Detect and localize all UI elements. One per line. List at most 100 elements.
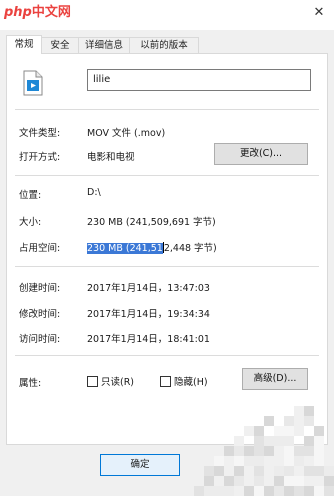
mosaic-tile <box>264 476 274 486</box>
divider <box>15 109 319 110</box>
video-file-icon <box>23 70 43 96</box>
mosaic-tile <box>264 416 274 426</box>
mosaic-tile <box>284 456 294 466</box>
mosaic-tile <box>304 416 314 426</box>
hidden-checkbox[interactable]: 隐藏(H) <box>160 374 208 388</box>
mosaic-tile <box>234 466 244 476</box>
ok-button[interactable]: 确定 <box>100 454 180 476</box>
mosaic-tile <box>194 486 204 496</box>
mosaic-tile <box>274 476 284 486</box>
mosaic-tile <box>294 426 304 436</box>
created-label: 创建时间: <box>19 283 61 294</box>
mosaic-tile <box>204 486 214 496</box>
file-name-input[interactable]: lilie <box>87 69 311 91</box>
readonly-checkbox-box[interactable] <box>87 375 98 387</box>
mosaic-tile <box>234 476 244 486</box>
readonly-checkbox[interactable]: 只读(R) <box>87 374 134 388</box>
open-with-label: 打开方式: <box>19 152 61 163</box>
disk-size-rest: 2,448 字节) <box>163 243 217 254</box>
mosaic-tile <box>204 466 214 476</box>
mosaic-tile <box>254 466 264 476</box>
selected-text[interactable]: 230 MB (241,51 <box>87 243 163 254</box>
mosaic-tile <box>294 456 304 466</box>
mosaic-tile <box>314 436 324 446</box>
divider <box>15 266 319 267</box>
mosaic-tile <box>224 476 234 486</box>
mosaic-tile <box>234 436 244 446</box>
mosaic-tile <box>264 466 274 476</box>
mosaic-tile <box>224 466 234 476</box>
mosaic-tile <box>314 426 324 436</box>
mosaic-tile <box>314 466 324 476</box>
mosaic-tile <box>194 476 204 486</box>
mosaic-tile <box>204 476 214 486</box>
tab-security[interactable]: 安全 <box>41 37 79 53</box>
tab-previous-versions[interactable]: 以前的版本 <box>129 37 199 53</box>
accessed-label: 访问时间: <box>19 334 61 345</box>
mosaic-tile <box>284 476 294 486</box>
mosaic-tile <box>304 466 314 476</box>
mosaic-tile <box>314 456 324 466</box>
mosaic-tile <box>214 466 224 476</box>
mosaic-tile <box>294 486 304 496</box>
disk-size-value[interactable]: 230 MB (241,512,448 字节) <box>87 240 217 254</box>
close-icon[interactable]: ✕ <box>310 4 328 22</box>
mosaic-tile <box>264 446 274 456</box>
mosaic-tile <box>254 486 264 496</box>
mosaic-tile <box>254 476 264 486</box>
mosaic-tile <box>284 466 294 476</box>
mosaic-tile <box>234 456 244 466</box>
mosaic-tile <box>214 486 224 496</box>
mosaic-tile <box>264 486 274 496</box>
mosaic-tile <box>304 406 314 416</box>
accessed-value: 2017年1月14日，18:41:01 <box>87 334 210 345</box>
mosaic-tile <box>284 436 294 446</box>
mosaic-tile <box>264 436 274 446</box>
mosaic-tile <box>274 426 284 436</box>
mosaic-tile <box>284 426 294 436</box>
location-value: D:\ <box>87 187 101 198</box>
mosaic-tile <box>284 486 294 496</box>
mosaic-tile <box>224 446 234 456</box>
mosaic-tile <box>304 476 314 486</box>
mosaic-tile <box>244 456 254 466</box>
file-type-label: 文件类型: <box>19 128 61 139</box>
mosaic-tile <box>274 466 284 476</box>
mosaic-tile <box>304 436 314 446</box>
disk-size-label: 占用空间: <box>19 243 61 254</box>
mosaic-tile <box>244 486 254 496</box>
mosaic-tile <box>294 406 304 416</box>
mosaic-tile <box>304 446 314 456</box>
advanced-button[interactable]: 高级(D)... <box>242 368 308 390</box>
modified-value: 2017年1月14日，19:34:34 <box>87 309 210 320</box>
mosaic-tile <box>274 436 284 446</box>
mosaic-watermark <box>184 406 334 496</box>
mosaic-tile <box>284 416 294 426</box>
mosaic-tile <box>324 476 334 486</box>
properties-panel: lilie 文件类型: MOV 文件 (.mov) 打开方式: 电影和电视 更改… <box>6 53 328 445</box>
change-button[interactable]: 更改(C)... <box>214 143 308 165</box>
file-type-value: MOV 文件 (.mov) <box>87 128 166 139</box>
mosaic-tile <box>244 446 254 456</box>
attributes-label: 属性: <box>19 378 42 389</box>
mosaic-tile <box>274 456 284 466</box>
open-with-value: 电影和电视 <box>87 152 135 163</box>
mosaic-tile <box>254 446 264 456</box>
size-value: 230 MB (241,509,691 字节) <box>87 217 216 228</box>
mosaic-tile <box>214 456 224 466</box>
tab-details[interactable]: 详细信息 <box>78 37 130 53</box>
mosaic-tile <box>294 446 304 456</box>
mosaic-tile <box>254 426 264 436</box>
title-bar: php中文网 ✕ <box>0 0 334 30</box>
hidden-checkbox-box[interactable] <box>160 375 171 387</box>
divider <box>15 355 319 356</box>
divider <box>15 175 319 176</box>
mosaic-tile <box>274 486 284 496</box>
mosaic-tile <box>224 486 234 496</box>
mosaic-tile <box>304 486 314 496</box>
readonly-label: 只读(R) <box>101 377 135 388</box>
mosaic-tile <box>324 486 334 496</box>
watermark-logo: php中文网 <box>4 5 71 20</box>
modified-label: 修改时间: <box>19 309 61 320</box>
tab-general[interactable]: 常规 <box>6 35 42 54</box>
